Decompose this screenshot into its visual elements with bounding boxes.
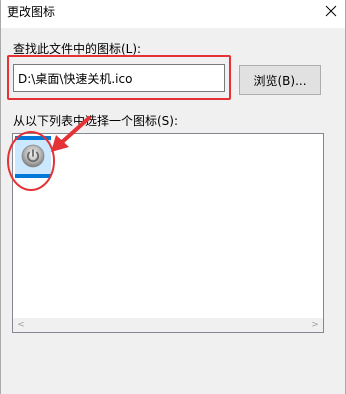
- icon-list-item[interactable]: [15, 136, 51, 178]
- file-path-input[interactable]: [13, 64, 225, 92]
- power-icon: [21, 144, 45, 168]
- scroll-right-button[interactable]: >: [307, 318, 323, 332]
- close-icon: [325, 5, 337, 17]
- browse-button[interactable]: 浏览(B)...: [239, 65, 321, 95]
- file-path-label: 查找此文件中的图标(L):: [13, 42, 142, 56]
- scroll-left-button[interactable]: <: [13, 318, 29, 332]
- change-icon-dialog: 更改图标 查找此文件中的图标(L): 浏览(B)... 从以下列表中选择一个图标…: [0, 0, 346, 394]
- selection-bar-top: [15, 136, 51, 140]
- selection-bar-bottom: [15, 174, 51, 178]
- icon-list-label: 从以下列表中选择一个图标(S):: [13, 114, 179, 128]
- window-title: 更改图标: [7, 5, 56, 19]
- close-button[interactable]: [317, 0, 345, 24]
- icon-list[interactable]: < >: [12, 133, 324, 333]
- horizontal-scrollbar[interactable]: < >: [13, 318, 323, 332]
- title-bar: 更改图标: [1, 0, 345, 28]
